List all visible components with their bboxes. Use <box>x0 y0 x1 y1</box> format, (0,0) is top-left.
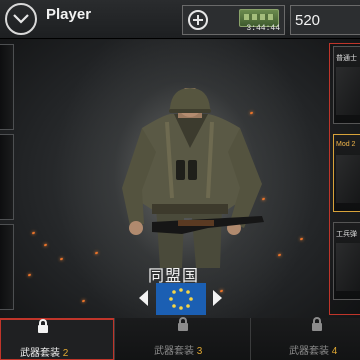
tab-label: 武器套装 3 <box>154 342 202 357</box>
page-title: Player <box>46 6 92 23</box>
soldier-model <box>122 88 264 268</box>
ember-spark <box>94 251 99 255</box>
lock-icon <box>38 319 48 333</box>
loadout-tab-bar: 武器套装 2 武器套装 3 武器套装 4 <box>0 317 360 360</box>
card-image <box>336 155 360 203</box>
tab-number: 3 <box>196 346 203 357</box>
card-image <box>336 243 360 291</box>
card-label: Mod 2 <box>336 141 356 148</box>
currency-value: 520 <box>295 12 321 29</box>
card-label: 工兵弹 <box>336 231 357 238</box>
back-button[interactable] <box>5 3 37 35</box>
arrow-right-icon[interactable] <box>213 290 222 306</box>
tab-label: 武器套装 4 <box>289 342 337 357</box>
currency-display: 520 <box>290 5 360 35</box>
supply-drop-box[interactable]: 3:44:44 <box>182 5 285 35</box>
tab-label-text: 武器套装 <box>20 348 60 359</box>
ember-spark <box>43 243 48 247</box>
loadout-card-class[interactable]: 普通士 <box>333 46 360 124</box>
card-image <box>336 67 360 115</box>
left-weapon-slot[interactable] <box>0 224 14 310</box>
tab-number: 2 <box>62 348 69 359</box>
loadout-card-mod[interactable]: Mod 2 <box>333 134 360 212</box>
ember-spark <box>277 253 282 257</box>
lock-icon <box>312 317 322 331</box>
left-weapon-slot[interactable] <box>0 44 14 130</box>
ember-spark <box>27 273 32 277</box>
loadout-card-engineer[interactable]: 工兵弹 <box>333 222 360 300</box>
card-label: 普通士 <box>336 55 357 62</box>
chevron-down-icon <box>13 14 29 24</box>
ember-spark <box>299 237 304 241</box>
tab-number: 4 <box>331 346 338 357</box>
top-bar: Player 3:44:44 520 <box>0 0 360 39</box>
flag-icon <box>156 283 206 315</box>
arrow-left-icon[interactable] <box>139 290 148 306</box>
tab-label-text: 武器套装 <box>289 346 329 357</box>
left-weapon-slot[interactable] <box>0 134 14 220</box>
ember-spark <box>81 299 86 303</box>
lock-icon <box>178 317 188 331</box>
plus-icon[interactable] <box>188 10 208 30</box>
supply-timer: 3:44:44 <box>246 24 280 33</box>
ember-spark <box>31 231 36 235</box>
tab-weapon-set-2[interactable]: 武器套装 2 <box>0 318 114 360</box>
tab-label: 武器套装 2 <box>20 344 68 359</box>
tab-weapon-set-4[interactable]: 武器套装 4 <box>250 317 360 360</box>
tab-weapon-set-3[interactable]: 武器套装 3 <box>114 317 250 360</box>
right-loadout-panel: 普通士 Mod 2 工兵弹 <box>329 43 360 315</box>
ember-spark <box>59 257 64 261</box>
tab-label-text: 武器套装 <box>154 346 194 357</box>
